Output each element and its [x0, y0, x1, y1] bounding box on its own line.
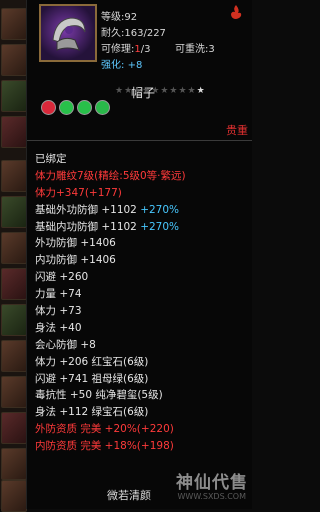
attribute-line: 已绑定 [35, 153, 67, 165]
attribute-line: 外功防御 +1406 [35, 237, 116, 250]
green-gem-icon [95, 100, 110, 115]
attribute-line: 闪避 +260 [35, 271, 89, 284]
item-icon [39, 4, 97, 62]
attribute-line: 体力+347(+177) [35, 186, 122, 199]
reforge-value: 3 [208, 44, 215, 55]
inventory-strip [0, 0, 27, 512]
attribute-bonus: +270% [140, 220, 180, 233]
inventory-slot[interactable] [1, 116, 27, 148]
inventory-slot[interactable] [1, 376, 27, 408]
inventory-slot[interactable] [1, 80, 27, 112]
attribute-line: 毒抗性 +50 纯净碧玺(5级) [35, 389, 163, 402]
attribute-line: 体力 +206 红宝石(6级) [35, 355, 149, 368]
attribute-line: 会心防御 +8 [35, 338, 96, 351]
green-gem-icon [77, 100, 92, 115]
durability-label: 耐久: [101, 28, 125, 39]
red-gem-icon [41, 100, 56, 115]
durability-row: 耐久:163/227 [101, 24, 166, 39]
attribute-main: 基础外功防御 +1102 [35, 203, 141, 216]
inventory-slot[interactable] [1, 196, 27, 228]
inventory-slot[interactable] [1, 44, 27, 76]
green-gem-icon [59, 100, 74, 115]
helmet-icon [52, 17, 86, 51]
attribute-line: 身法 +40 [35, 321, 82, 334]
repairable-total: /3 [140, 44, 151, 55]
attribute-main: 基础内功防御 +1102 [35, 220, 141, 233]
flame-icon [231, 5, 242, 19]
reforge-label: 可重洗: [175, 44, 209, 55]
inventory-slot[interactable] [1, 340, 27, 372]
item-tooltip: 等级:92 耐久:163/227 可修理:1/3 可重洗:3 强化: +8 帽子… [26, 0, 252, 509]
owner-name: 微若清颜 [107, 489, 151, 502]
star-rating: ★★★★★★★★★★ [115, 86, 206, 96]
attribute-line: 内功防御 +1406 [35, 254, 116, 267]
attribute-line: 内防资质 完美 +18%(+198) [35, 440, 174, 453]
watermark-url: WWW.SXDS.COM [177, 492, 246, 501]
attribute-line: 力量 +74 [35, 288, 82, 301]
watermark-text: 神仙代售 [176, 473, 248, 493]
enhance-value: +8 [127, 60, 143, 71]
divider [27, 140, 252, 141]
inventory-slot[interactable] [1, 448, 27, 480]
attribute-line: 外防资质 完美 +20%(+220) [35, 423, 174, 436]
level-row: 等级:92 [101, 8, 137, 23]
star-row: ★★★★★★★★★★ [115, 86, 206, 96]
attribute-line: 基础外功防御 +1102 +270% [35, 202, 250, 219]
durability-value: 163/227 [124, 28, 166, 39]
attribute-line: 基础内功防御 +1102 +270% [35, 219, 250, 236]
level-value: 92 [124, 12, 138, 23]
reforge-row: 可重洗:3 [175, 40, 215, 55]
inventory-slot[interactable] [1, 160, 27, 192]
attribute-line: 体力 +73 [35, 305, 82, 318]
attribute-line: 身法 +112 绿宝石(6级) [35, 406, 149, 419]
inventory-slot[interactable] [1, 8, 27, 40]
inventory-slot[interactable] [1, 412, 27, 444]
level-label: 等级: [101, 12, 125, 23]
rarity-label: 贵重 [226, 124, 248, 137]
enhance-row: 强化: +8 [101, 56, 142, 71]
attribute-list: 已绑定体力雕纹7级(精绘:5级0等·繁远) 体力+347(+177) 基础外功防御 … [35, 151, 250, 455]
repairable-label: 可修理: [101, 44, 135, 55]
inventory-slot[interactable] [1, 480, 27, 512]
attribute-line: 闪避 +741 祖母绿(6级) [35, 372, 149, 385]
attribute-line: 体力雕纹7级(精绘:5级0等·繁远) [35, 169, 186, 182]
inventory-slot[interactable] [1, 304, 27, 336]
inventory-slot[interactable] [1, 232, 27, 264]
enhance-label: 强化: [101, 60, 125, 71]
watermark-logo: 神仙代售 [176, 468, 248, 493]
repairable-row: 可修理:1/3 [101, 40, 150, 55]
inventory-slot[interactable] [1, 268, 27, 300]
attribute-bonus: +270% [140, 203, 180, 216]
